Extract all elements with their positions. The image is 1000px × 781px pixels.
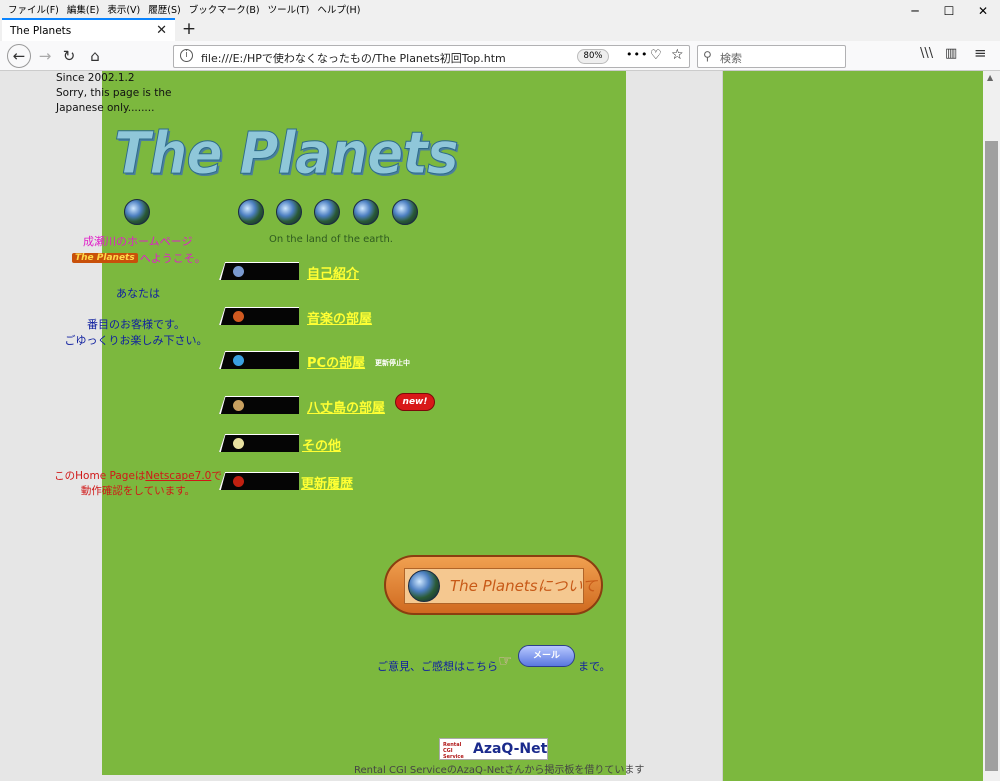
search-input[interactable]: 検索 xyxy=(720,50,742,66)
sidebar-icon[interactable]: ▥ xyxy=(945,46,957,61)
tagline: On the land of the earth. xyxy=(269,234,393,245)
page-content: Since 2002.1.2 Sorry, this page is the J… xyxy=(0,71,983,781)
welcome-line-2: The Planets へようこそ。 xyxy=(72,250,206,266)
url-text[interactable]: file:///E:/HPで使わなくなったもの/The Planets初回Top… xyxy=(201,50,506,66)
netscape-note: このHome PageはNetscape7.0で 動作確認をしています。 xyxy=(48,469,228,499)
pocket-icon[interactable]: ♡ xyxy=(650,48,662,63)
menu-edit[interactable]: 編集(E) xyxy=(63,2,103,16)
url-bar[interactable]: i file:///E:/HPで使わなくなったもの/The Planets初回T… xyxy=(173,45,690,68)
netscape-post: で xyxy=(211,470,222,482)
netscape-link[interactable]: Netscape7.0 xyxy=(145,470,211,482)
info-icon[interactable]: i xyxy=(180,49,193,62)
forward-button[interactable]: → xyxy=(34,45,56,67)
visitor-text: 番目のお客様です。 ごゆっくりお楽しみ下さい。 xyxy=(56,317,216,349)
new-tab-button[interactable]: + xyxy=(178,18,200,40)
netscape-line-2: 動作確認をしています。 xyxy=(80,485,196,497)
since-date: Since 2002.1.2 xyxy=(56,72,135,84)
menu-bar-image xyxy=(219,351,299,369)
visitor-count-text: 番目のお客様です。 xyxy=(87,318,185,331)
planet-icon xyxy=(233,400,244,411)
since-text: Since 2002.1.2 Sorry, this page is the J… xyxy=(56,71,216,116)
netscape-pre: このHome Pageは xyxy=(54,470,146,482)
the-planets-badge: The Planets xyxy=(72,253,138,263)
pointing-hand-icon: ☞ xyxy=(498,651,513,670)
link-music-room[interactable]: 音楽の部屋 xyxy=(307,308,372,327)
menu-tools[interactable]: ツール(T) xyxy=(264,2,314,16)
welcome-line-1: 成瀬川のホームページ xyxy=(83,235,193,248)
menu-bookmarks[interactable]: ブックマーク(B) xyxy=(185,2,264,16)
azaq-net-banner[interactable]: Rental CGI Service AzaQ-Net xyxy=(439,738,548,760)
menu-bar: ファイル(F) 編集(E) 表示(V) 履歴(S) ブックマーク(B) ツール(… xyxy=(0,0,1000,17)
the-planets-logo: The Planets xyxy=(114,119,460,188)
link-profile[interactable]: 自己紹介 xyxy=(307,263,359,282)
mail-button[interactable]: メール xyxy=(518,645,575,667)
update-stopped-note: 更新停止中 xyxy=(375,359,410,367)
library-icon[interactable]: \\\ xyxy=(920,46,933,61)
visitor-prefix: あなたは xyxy=(116,287,160,300)
made-text: まで。 xyxy=(578,660,611,673)
about-label: The Planetsについて xyxy=(450,577,598,595)
navigation-bar: ← → ↻ ⌂ i file:///E:/HPで使わなくなったもの/The Pl… xyxy=(0,41,1000,71)
tab-title: The Planets xyxy=(10,24,72,37)
tab-bar: The Planets ✕ + xyxy=(0,17,1000,41)
vertical-scrollbar[interactable]: ▲ xyxy=(983,71,1000,781)
mail-area: ☞ メール xyxy=(498,645,578,671)
menu-file[interactable]: ファイル(F) xyxy=(0,2,63,16)
planet-icon xyxy=(233,355,244,366)
zoom-indicator[interactable]: 80% xyxy=(577,49,609,64)
menu-bar-image xyxy=(219,307,299,325)
earth-globe-icon xyxy=(314,199,340,225)
planet-icon xyxy=(233,476,244,487)
earth-globe-icon xyxy=(124,199,150,225)
earth-globe-icon xyxy=(408,570,440,602)
new-badge: new! xyxy=(395,393,435,411)
reload-button[interactable]: ↻ xyxy=(58,45,80,67)
sorry-text: Sorry, this page is the Japanese only...… xyxy=(56,87,172,114)
earth-globe-icon xyxy=(392,199,418,225)
green-right-panel xyxy=(723,71,983,781)
bookmark-star-icon[interactable]: ☆ xyxy=(671,47,684,63)
planet-icon xyxy=(233,266,244,277)
home-button[interactable]: ⌂ xyxy=(84,45,106,67)
scrollbar-thumb[interactable] xyxy=(985,141,998,771)
link-update-history[interactable]: 更新履歴 xyxy=(301,473,353,492)
tab-the-planets[interactable]: The Planets ✕ xyxy=(2,18,175,41)
menu-bar-image xyxy=(219,472,299,490)
welcome-text: へようこそ。 xyxy=(139,252,206,265)
about-the-planets-button[interactable]: The Planetsについて xyxy=(384,555,603,615)
planet-icon xyxy=(233,311,244,322)
menu-help[interactable]: ヘルプ(H) xyxy=(313,2,364,16)
rental-cgi-text: Rental CGI ServiceのAzaQ-Netさんから掲示板を借りていま… xyxy=(354,765,645,776)
azaq-subtitle: Rental CGI Service xyxy=(443,742,464,760)
search-box[interactable]: ⚲ 検索 xyxy=(697,45,846,68)
azaq-logo: AzaQ-Net xyxy=(473,741,548,757)
tab-close-icon[interactable]: ✕ xyxy=(156,23,167,38)
scroll-up-arrow-icon[interactable]: ▲ xyxy=(987,73,993,82)
earth-globe-icon xyxy=(353,199,379,225)
page-actions-icon[interactable]: ••• xyxy=(626,48,648,61)
planet-icon xyxy=(233,438,244,449)
opinion-text: ご意見、ご感想はこちら xyxy=(377,660,498,673)
hamburger-menu-icon[interactable]: ≡ xyxy=(974,44,987,62)
menu-history[interactable]: 履歴(S) xyxy=(144,2,184,16)
gray-strip xyxy=(626,71,723,775)
link-pc-room[interactable]: PCの部屋 xyxy=(307,352,365,371)
menu-view[interactable]: 表示(V) xyxy=(103,2,144,16)
menu-bar-image xyxy=(219,434,299,452)
link-hachijojima-room[interactable]: 八丈島の部屋 xyxy=(307,397,385,416)
earth-globe-icon xyxy=(238,199,264,225)
earth-globe-icon xyxy=(276,199,302,225)
back-button[interactable]: ← xyxy=(7,44,31,68)
search-icon: ⚲ xyxy=(703,49,712,63)
menu-bar-image xyxy=(219,396,299,414)
menu-bar-image xyxy=(219,262,299,280)
enjoy-text: ごゆっくりお楽しみ下さい。 xyxy=(64,334,208,347)
link-other[interactable]: その他 xyxy=(302,435,341,454)
